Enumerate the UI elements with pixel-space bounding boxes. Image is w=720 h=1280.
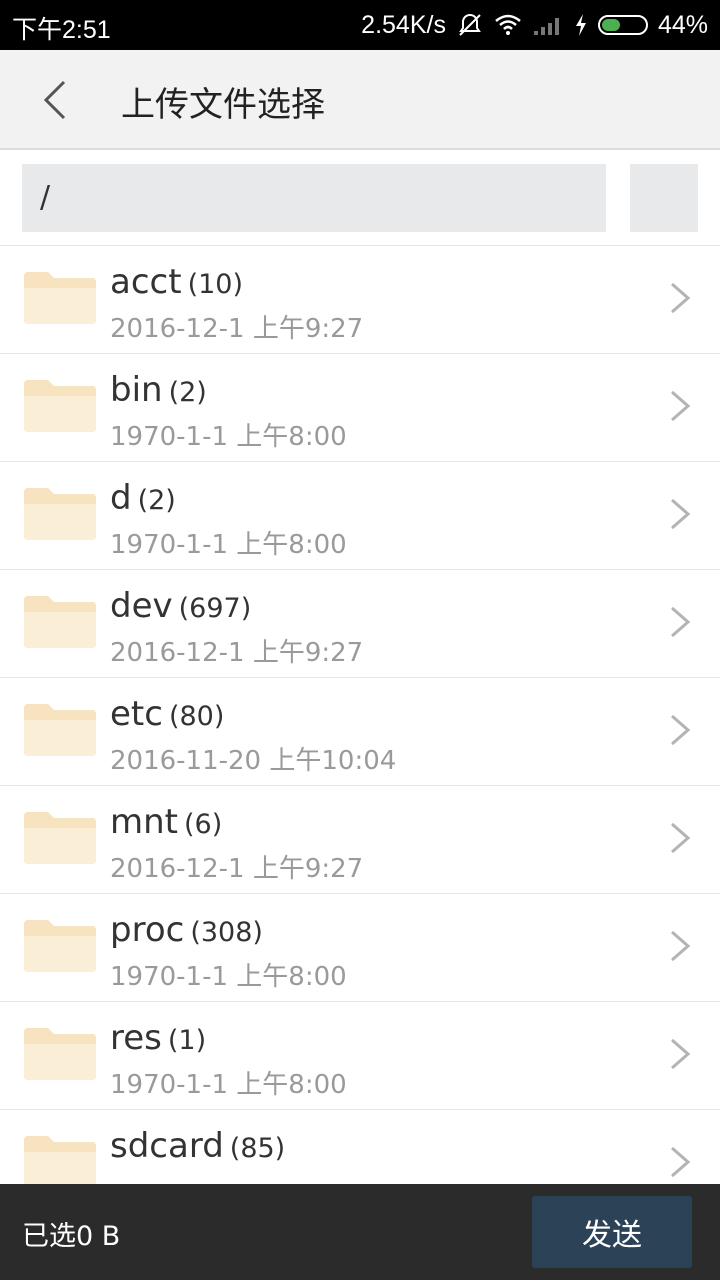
folder-name: proc <box>110 910 185 950</box>
folder-icon <box>24 272 96 324</box>
folder-title: d (2) <box>110 478 176 518</box>
folder-title: sdcard (85) <box>110 1126 285 1166</box>
folder-count: (85) <box>229 1133 286 1164</box>
status-time: 下午2:51 <box>12 16 111 44</box>
send-button[interactable]: 发送 <box>532 1196 692 1268</box>
folder-name: d <box>110 478 132 518</box>
status-right: 2.54K/s 44% <box>361 10 708 40</box>
folder-title: acct (10) <box>110 262 243 302</box>
folder-row[interactable]: res (1) 1970-1-1 上午8:00 <box>0 1002 720 1110</box>
chevron-right-icon <box>671 498 691 530</box>
page-title: 上传文件选择 <box>121 85 325 125</box>
folder-row[interactable]: dev (697) 2016-12-1 上午9:27 <box>0 570 720 678</box>
folder-name: sdcard <box>110 1126 224 1166</box>
folder-title: dev (697) <box>110 586 251 626</box>
folder-date: 1970-1-1 上午8:00 <box>110 530 347 560</box>
folder-date: 2016-12-1 上午9:27 <box>110 638 364 668</box>
folder-row[interactable]: mnt (6) 2016-12-1 上午9:27 <box>0 786 720 894</box>
folder-date: 1970-1-1 上午8:00 <box>110 1070 347 1100</box>
charging-icon <box>574 13 588 37</box>
folder-date: 2016-12-1 上午9:27 <box>110 854 364 884</box>
back-button[interactable] <box>30 75 80 125</box>
folder-name: res <box>110 1018 162 1058</box>
folder-icon <box>24 1028 96 1080</box>
folder-date: 1970-1-1 上午8:00 <box>110 962 347 992</box>
folder-row[interactable]: acct (10) 2016-12-1 上午9:27 <box>0 246 720 354</box>
folder-title: mnt (6) <box>110 802 222 842</box>
folder-date: 2016-12-1 上午9:27 <box>110 314 364 344</box>
folder-count: (80) <box>168 701 225 732</box>
chevron-right-icon <box>671 282 691 314</box>
folder-name: acct <box>110 262 182 302</box>
chevron-right-icon <box>671 1146 691 1178</box>
folder-title: proc (308) <box>110 910 263 950</box>
path-bar: / <box>0 150 720 246</box>
folder-date: 2016-11-20 上午10:04 <box>110 746 397 776</box>
folder-icon <box>24 1136 96 1184</box>
folder-row[interactable]: sdcard (85) <box>0 1110 720 1184</box>
title-bar: 上传文件选择 <box>0 50 720 150</box>
folder-name: etc <box>110 694 163 734</box>
folder-title: bin (2) <box>110 370 207 410</box>
chevron-right-icon <box>671 714 691 746</box>
folder-count: (2) <box>137 485 176 516</box>
chevron-right-icon <box>671 390 691 422</box>
muted-alarm-icon <box>456 11 484 39</box>
network-speed: 2.54K/s <box>361 10 446 39</box>
folder-count: (6) <box>184 809 223 840</box>
folder-row[interactable]: bin (2) 1970-1-1 上午8:00 <box>0 354 720 462</box>
wifi-icon <box>494 13 522 37</box>
status-bar: 下午2:51 2.54K/s 44% <box>0 0 720 50</box>
folder-title: etc (80) <box>110 694 224 734</box>
chevron-right-icon <box>671 822 691 854</box>
chevron-right-icon <box>671 930 691 962</box>
folder-icon <box>24 704 96 756</box>
folder-date: 1970-1-1 上午8:00 <box>110 422 347 452</box>
chevron-right-icon <box>671 606 691 638</box>
folder-name: bin <box>110 370 163 410</box>
folder-count: (2) <box>168 377 207 408</box>
folder-icon <box>24 812 96 864</box>
folder-name: dev <box>110 586 173 626</box>
signal-icon <box>532 13 564 37</box>
bottom-bar: 已选0 B 发送 <box>0 1184 720 1280</box>
selected-size: 已选0 B <box>22 1221 121 1252</box>
path-field[interactable]: / <box>22 164 606 232</box>
chevron-right-icon <box>671 1038 691 1070</box>
battery-percent: 44% <box>657 10 708 39</box>
folder-list[interactable]: acct (10) 2016-12-1 上午9:27 bin (2) 1970-1-1 上… <box>0 246 720 1184</box>
folder-title: res (1) <box>110 1018 206 1058</box>
folder-count: (308) <box>190 917 263 948</box>
folder-row[interactable]: etc (80) 2016-11-20 上午10:04 <box>0 678 720 786</box>
folder-icon <box>24 488 96 540</box>
folder-count: (10) <box>187 269 243 300</box>
folder-name: mnt <box>110 802 178 842</box>
battery-icon <box>597 15 648 35</box>
folder-row[interactable]: proc (308) 1970-1-1 上午8:00 <box>0 894 720 1002</box>
folder-row[interactable]: d (2) 1970-1-1 上午8:00 <box>0 462 720 570</box>
folder-count: (697) <box>178 593 252 624</box>
chevron-left-icon <box>43 80 66 120</box>
folder-count: (1) <box>167 1025 207 1056</box>
path-action-button[interactable] <box>630 164 698 232</box>
folder-icon <box>24 920 96 972</box>
folder-icon <box>24 380 96 432</box>
folder-icon <box>24 596 96 648</box>
